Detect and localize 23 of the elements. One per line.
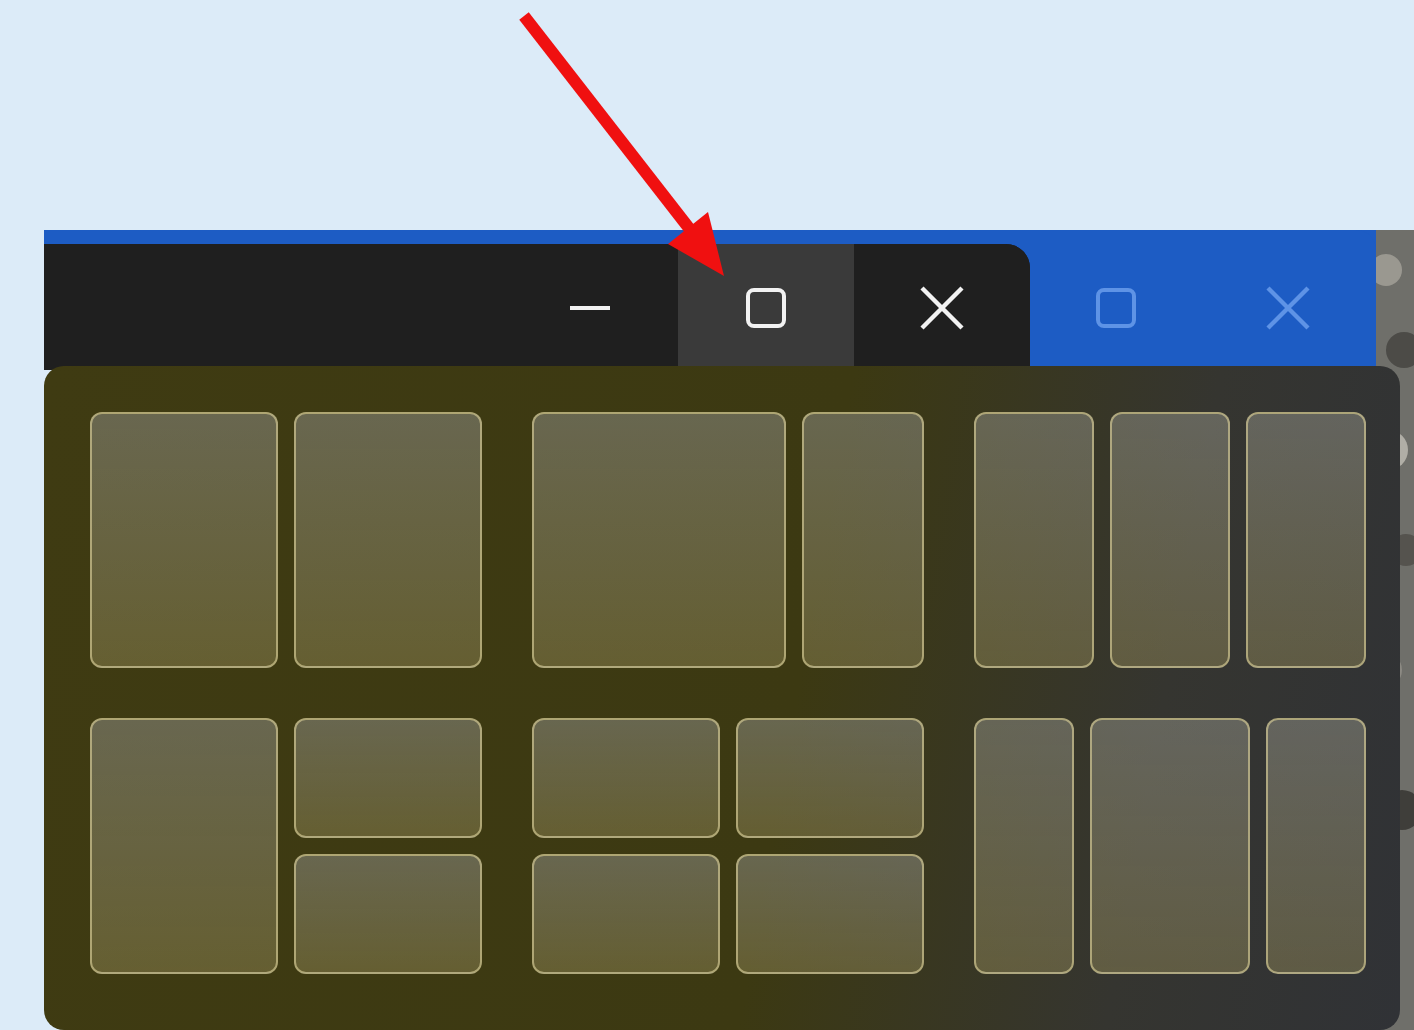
maximize-button[interactable]	[678, 244, 854, 370]
snap-zone[interactable]	[294, 412, 482, 668]
snap-zone[interactable]	[974, 718, 1074, 974]
maximize-icon	[746, 287, 786, 327]
snap-zone[interactable]	[532, 718, 720, 838]
close-icon	[1266, 286, 1311, 330]
close-icon	[920, 285, 964, 329]
maximize-icon	[1095, 288, 1136, 328]
snap-zone[interactable]	[736, 854, 924, 974]
snap-zone[interactable]	[736, 718, 924, 838]
snap-zone[interactable]	[1090, 718, 1250, 974]
snap-zone[interactable]	[1110, 412, 1230, 668]
snap-zone[interactable]	[974, 412, 1094, 668]
snap-zone[interactable]	[802, 412, 924, 668]
minimize-icon	[570, 305, 610, 309]
snap-zone[interactable]	[532, 412, 787, 668]
snap-zone[interactable]	[294, 854, 482, 974]
snap-zone[interactable]	[90, 718, 278, 974]
snap-zone[interactable]	[90, 412, 278, 668]
snap-zone[interactable]	[532, 854, 720, 974]
snap-zone[interactable]	[1246, 412, 1366, 668]
snap-zone[interactable]	[294, 718, 482, 838]
snap-zone[interactable]	[1266, 718, 1366, 974]
